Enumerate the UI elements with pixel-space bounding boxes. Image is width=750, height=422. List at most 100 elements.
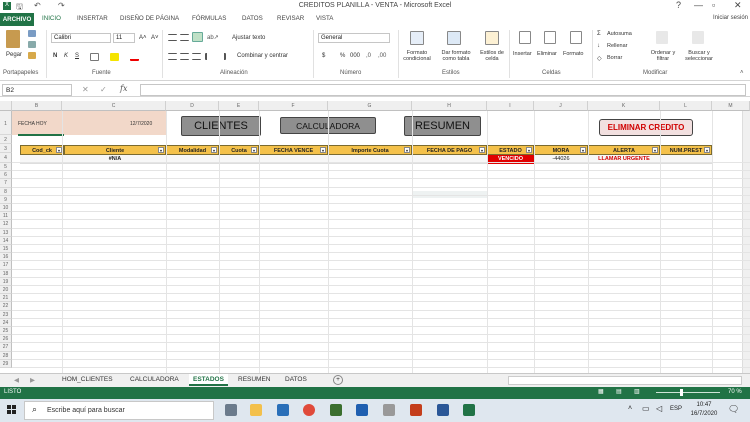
excel-taskbar-icon[interactable] — [463, 404, 475, 416]
mail-icon[interactable] — [277, 404, 289, 416]
next-sheet-icon[interactable]: ▶ — [30, 376, 35, 384]
row-header[interactable]: 13 — [0, 228, 12, 237]
row-header[interactable]: 15 — [0, 245, 12, 254]
underline-button[interactable]: S — [75, 53, 79, 59]
column-header[interactable]: E — [219, 101, 259, 111]
row-header[interactable]: 28 — [0, 351, 12, 360]
row-header[interactable]: 20 — [0, 286, 12, 295]
volume-icon[interactable]: ◁ — [656, 404, 662, 413]
word-icon[interactable] — [437, 404, 449, 416]
fill-button[interactable]: Rellenar — [607, 43, 627, 49]
network-icon[interactable]: ▭ — [642, 404, 650, 413]
format-table-button[interactable]: Dar formato como tabla — [436, 50, 476, 62]
help-icon[interactable]: ? — [676, 0, 681, 10]
eliminar-credito-button[interactable]: ELIMINAR CREDITO — [599, 119, 693, 136]
row-header[interactable]: 24 — [0, 318, 12, 327]
find-select-icon[interactable] — [692, 31, 704, 44]
prev-sheet-icon[interactable]: ◀ — [14, 376, 19, 384]
task-view-icon[interactable] — [225, 404, 237, 416]
conditional-format-icon[interactable] — [410, 31, 424, 45]
row-header[interactable]: 1 — [0, 111, 12, 135]
clock-date[interactable]: 16/7/2020 — [688, 411, 720, 417]
normal-view-icon[interactable]: ▦ — [598, 388, 604, 395]
taskbar-search[interactable]: Escribe aquí para buscar — [24, 401, 214, 420]
row-header[interactable]: 11 — [0, 212, 12, 221]
worksheet-grid[interactable]: B C D E F G H I J K L M 1 2 3 FECHA HOY … — [0, 101, 750, 373]
column-header[interactable]: D — [166, 101, 219, 111]
column-header[interactable]: J — [534, 101, 588, 111]
header-cod-ck[interactable]: Cod_ck ▾ — [20, 145, 64, 155]
column-header[interactable]: F — [259, 101, 328, 111]
copy-icon[interactable] — [28, 41, 36, 48]
header-mora[interactable]: MORA ▾ — [534, 145, 588, 155]
row-header[interactable]: 19 — [0, 277, 12, 286]
wrap-text-button[interactable]: Ajustar texto — [232, 35, 265, 41]
filter-dropdown-icon[interactable]: ▾ — [158, 147, 164, 153]
clear-button[interactable]: Borrar — [607, 55, 622, 61]
row-header[interactable]: 12 — [0, 220, 12, 229]
row-header[interactable]: 22 — [0, 302, 12, 311]
enter-icon[interactable]: ✓ — [100, 85, 107, 94]
borders-icon[interactable] — [90, 53, 99, 61]
tab-datos[interactable]: DATOS — [242, 15, 263, 22]
app-icon[interactable] — [330, 404, 342, 416]
header-cuota[interactable]: Cuota ▾ — [219, 145, 259, 155]
filter-dropdown-icon[interactable]: ▾ — [704, 147, 710, 153]
header-cliente[interactable]: Cliente ▾ — [64, 145, 166, 155]
tab-insertar[interactable]: INSERTAR — [77, 15, 108, 22]
row-header[interactable]: 26 — [0, 335, 12, 344]
insert-cells-icon[interactable] — [519, 31, 531, 44]
row-header[interactable]: 10 — [0, 204, 12, 213]
filter-dropdown-icon[interactable]: ▾ — [580, 147, 586, 153]
currency-button[interactable]: $ — [322, 53, 325, 59]
decrease-decimal-icon[interactable]: ,00 — [378, 53, 386, 59]
tab-vista[interactable]: VISTA — [316, 15, 333, 22]
header-fecha-vence[interactable]: FECHA VENCE ▾ — [259, 145, 328, 155]
sheet-tab-hom-clientes[interactable]: HOM_CLIENTES — [62, 376, 113, 383]
row-header[interactable]: 2 — [0, 135, 12, 144]
select-all-corner[interactable] — [0, 101, 12, 111]
filter-dropdown-icon[interactable]: ▾ — [211, 147, 217, 153]
header-fecha-pago[interactable]: FECHA DE PAGO ▾ — [412, 145, 487, 155]
merge-center-button[interactable]: Combinar y centrar — [237, 53, 288, 59]
header-importe-cuota[interactable]: Importe Cuota ▾ — [328, 145, 412, 155]
column-header[interactable]: C — [62, 101, 166, 111]
row-header[interactable]: 16 — [0, 253, 12, 262]
row-header[interactable]: 5 — [0, 163, 12, 172]
format-painter-icon[interactable] — [28, 52, 36, 59]
powerpoint-icon[interactable] — [410, 404, 422, 416]
zoom-handle[interactable] — [680, 389, 683, 396]
row-header[interactable]: 21 — [0, 294, 12, 303]
sheet-tab-estados[interactable]: ESTADOS — [189, 374, 228, 386]
row-header[interactable]: 3 — [0, 144, 12, 153]
conditional-format-button[interactable]: Formato condicional — [398, 50, 436, 62]
page-break-icon[interactable]: ▥ — [634, 388, 640, 395]
sheet-tab-datos[interactable]: DATOS — [285, 376, 307, 383]
bold-button[interactable]: N — [53, 53, 57, 59]
notifications-icon[interactable]: 🗨 — [728, 404, 739, 415]
filter-dropdown-icon[interactable]: ▾ — [526, 147, 532, 153]
font-size-select[interactable]: 11 — [113, 33, 135, 43]
app-icon[interactable] — [383, 404, 395, 416]
insert-cells-button[interactable]: Insertar — [513, 51, 532, 57]
delete-cells-button[interactable]: Eliminar — [537, 51, 557, 57]
font-color-icon[interactable] — [130, 53, 139, 61]
cell-styles-icon[interactable] — [485, 31, 499, 45]
format-cells-icon[interactable] — [570, 31, 582, 44]
zoom-slider[interactable] — [656, 392, 720, 393]
align-top-icon[interactable] — [168, 34, 177, 41]
align-right-icon[interactable] — [192, 53, 201, 60]
page-layout-icon[interactable]: ▤ — [616, 388, 622, 395]
find-select-button[interactable]: Buscar y seleccionar — [680, 50, 718, 62]
chrome-icon[interactable] — [303, 404, 315, 416]
sort-filter-icon[interactable] — [656, 31, 668, 44]
filter-dropdown-icon[interactable]: ▾ — [652, 147, 658, 153]
sheet-tab-resumen[interactable]: RESUMEN — [238, 376, 271, 383]
increase-indent-icon[interactable] — [217, 53, 226, 60]
autosum-icon[interactable]: Σ — [597, 31, 601, 37]
clientes-button[interactable]: CLIENTES — [181, 116, 261, 136]
name-box[interactable]: B2 — [2, 84, 72, 96]
clear-icon[interactable]: ◇ — [597, 55, 602, 62]
thousands-button[interactable]: 000 — [350, 53, 360, 59]
row-header[interactable]: 17 — [0, 261, 12, 270]
